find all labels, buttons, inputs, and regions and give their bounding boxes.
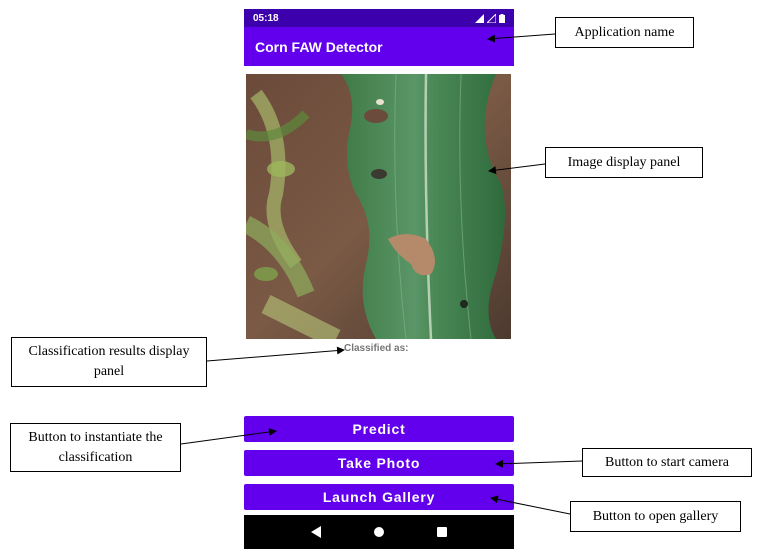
annotation-arrows [180, 33, 583, 515]
